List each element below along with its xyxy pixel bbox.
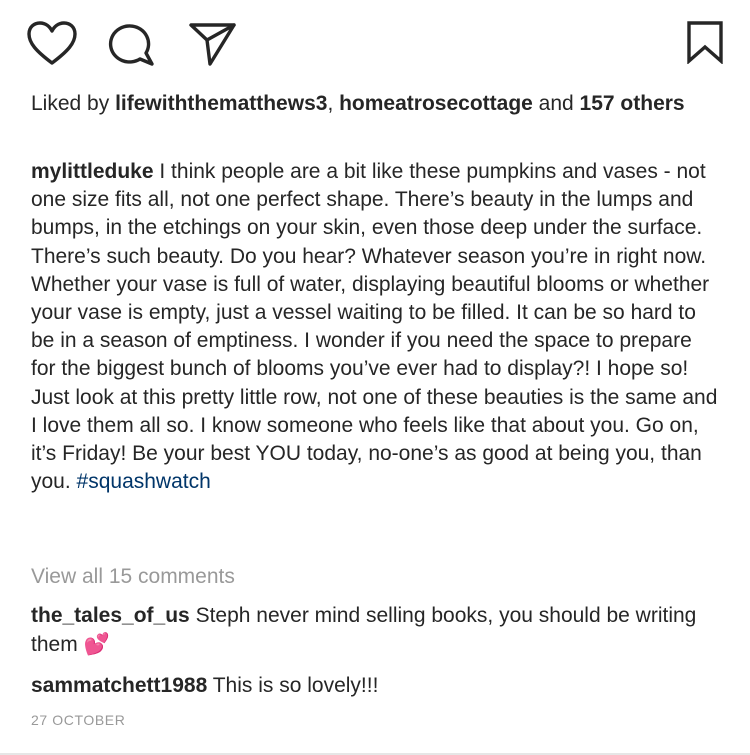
caption-username[interactable]: mylittleduke [31,160,154,183]
comment-item: the_tales_of_us Steph never mind selling… [31,602,721,659]
action-bar [0,0,750,80]
comment-item: sammatchett1988 This is so lovely!!! [31,672,721,701]
share-icon[interactable] [188,20,238,68]
caption-text: I think people are a bit like these pump… [31,160,718,494]
post-caption: mylittleduke I think people are a bit li… [31,158,721,496]
comment-username[interactable]: sammatchett1988 [31,674,207,697]
likes-prefix: Liked by [31,92,116,115]
post-date: 27 OCTOBER [31,712,126,728]
bookmark-icon[interactable] [686,20,724,64]
liker-link-1[interactable]: lifewiththematthews3 [115,92,327,115]
liker-link-2[interactable]: homeatrosecottage [339,92,533,115]
hashtag-link[interactable]: #squashwatch [77,470,211,493]
likes-separator: , [327,92,340,115]
heart-icon[interactable] [26,20,78,66]
likes-summary: Liked by lifewiththematthews3, homeatros… [31,90,731,118]
hearts-emoji: 💕 [83,632,110,656]
comment-text: This is so lovely!!! [207,674,379,697]
view-all-comments-link[interactable]: View all 15 comments [31,563,235,591]
comment-icon[interactable] [108,20,156,68]
likes-and: and [532,92,580,115]
comment-username[interactable]: the_tales_of_us [31,604,190,627]
others-likes-link[interactable]: 157 others [580,92,685,115]
